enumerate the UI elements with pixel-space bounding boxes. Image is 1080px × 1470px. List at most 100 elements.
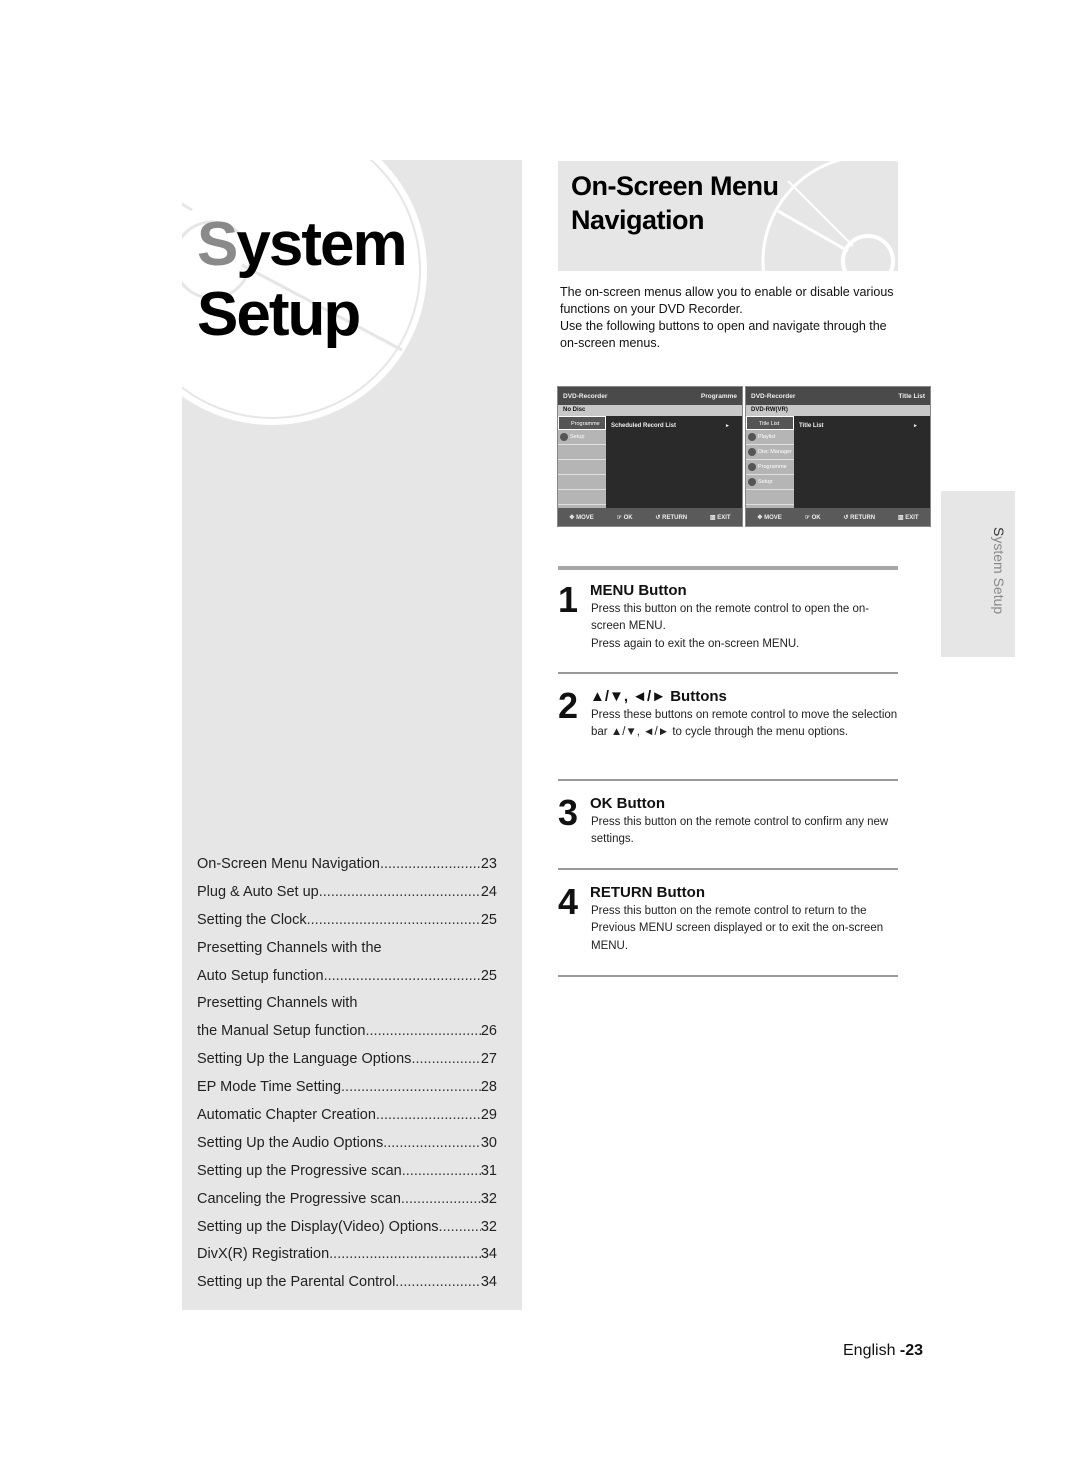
step-number: 1 [558,579,578,620]
osd-menu-item[interactable] [746,490,794,505]
toc-entry[interactable]: EP Mode Time Setting 28 [197,1073,497,1101]
side-tab: System Setup [941,491,1015,657]
arrow-right-icon: ► [913,423,918,429]
osd-header-right: Programme [700,393,737,400]
osd-menu-label: Disc Manager [758,449,792,455]
toc-label: Setting up the Parental Control [197,1274,396,1291]
page-title-line2: Navigation [571,205,705,235]
step-description: Press this button on the remote control … [591,814,901,849]
arrow-right-icon: ► [725,423,730,429]
osd-menu-item[interactable]: Title List [746,416,794,430]
menu-item-icon [560,433,568,441]
toc-entry[interactable]: Setting up the Display(Video) Options 32 [197,1213,497,1241]
menu-item-icon [748,463,756,471]
osd-menu-label: Title List [759,421,780,427]
osd-main-item[interactable]: Title List [799,423,824,429]
osd-menu-item[interactable] [558,490,606,505]
toc-label: Setting up the Display(Video) Options [197,1218,439,1235]
intro-paragraph: The on-screen menus allow you to enable … [560,285,894,316]
disc-label: DVD-RW(VR) [751,407,788,413]
toc-entry[interactable]: Automatic Chapter Creation 29 [197,1101,497,1129]
toc-entry[interactable]: Setting up the Progressive scan 31 [197,1157,497,1185]
osd-menu-item[interactable] [558,445,606,460]
osd-footer-label: EXIT [717,514,731,521]
step-title: ▲/▼, ◄/► Buttons [590,688,727,705]
toc-entry[interactable]: Setting Up the Audio Options 30 [197,1129,497,1157]
toc-entry[interactable]: Plug & Auto Set up 24 [197,878,497,906]
ok-icon: ☞ [804,514,812,521]
divider [558,566,898,570]
toc-entry[interactable]: the Manual Setup function 26 [197,1017,497,1045]
toc-entry[interactable]: Presetting Channels with the [197,934,497,962]
step-number: 3 [558,792,578,833]
toc-leader-dots [402,1163,481,1179]
toc-leader-dots [395,1274,481,1290]
toc-entry[interactable]: Setting Up the Language Options 27 [197,1045,497,1073]
osd-main-area: Scheduled Record List ► [606,416,742,508]
osd-menu-item[interactable]: Programme [746,460,794,475]
ok-icon: ☞ [616,514,624,521]
intro-text: The on-screen menus allow you to enable … [560,284,905,352]
osd-footer: ✥ MOVE ☞ OK ↺ RETURN ▥ EXIT [746,508,930,526]
toc-label: Setting Up the Language Options [197,1051,412,1068]
divider [558,975,898,977]
toc-leader-dots [383,1135,481,1151]
osd-disc-status: No Disc [558,405,742,416]
step-title: RETURN Button [590,884,705,901]
osd-header-right: Title List [898,393,925,400]
osd-menu-item[interactable]: Playlist [746,430,794,445]
toc-entry[interactable]: Presetting Channels with [197,989,497,1017]
step-description: Press this button on the remote control … [591,601,901,653]
osd-footer-item: ▥ EXIT [898,514,919,521]
osd-menu-item[interactable]: Setup [746,475,794,490]
step-desc-text: Press these buttons on remote control to… [591,709,898,739]
osd-menu-label: Programme [758,464,787,470]
toc-entry[interactable]: Canceling the Progressive scan 32 [197,1185,497,1213]
toc-label: the Manual Setup function [197,1023,366,1040]
side-tab-label: System Setup [991,527,1007,614]
toc-label: Presetting Channels with [197,995,358,1012]
toc-leader-dots [439,1219,481,1235]
osd-footer-label: OK [811,514,821,521]
toc-page-number: 28 [480,1079,497,1096]
toc-label: Plug & Auto Set up [197,883,319,900]
page-footer: English -23 [843,1342,923,1360]
toc-label: Setting Up the Audio Options [197,1134,384,1151]
osd-footer-label: RETURN [850,514,876,521]
toc-label: Canceling the Progressive scan [197,1190,401,1207]
osd-screen: DVD-Recorder Programme No Disc Programme Set… [557,386,743,527]
toc-page-number: 34 [480,1246,497,1263]
footer-language: English [843,1342,900,1359]
osd-menu-item[interactable]: Setup [558,430,606,445]
osd-header: DVD-Recorder Programme [558,387,742,405]
toc-label: DivX(R) Registration [197,1246,330,1263]
toc-leader-dots [307,912,481,928]
toc-page-number: 29 [480,1106,497,1123]
step-item: 2 ▲/▼, ◄/► Buttons Press these buttons on … [558,688,903,768]
osd-footer-label: EXIT [905,514,919,521]
osd-main-item[interactable]: Scheduled Record List [611,423,676,429]
toc-leader-dots [380,856,481,872]
osd-menu-item[interactable]: Disc Manager [746,445,794,460]
osd-menu-item[interactable] [558,475,606,490]
osd-main-area: Title List ► [794,416,930,508]
step-description: Press these buttons on remote control to… [591,707,901,742]
menu-item-icon [748,433,756,441]
toc-label: Auto Setup function [197,967,324,984]
toc-entry[interactable]: Setting up the Parental Control 34 [197,1268,497,1296]
osd-sidebar: Programme Setup [558,416,606,508]
osd-sidebar: Title List Playlist Disc Manager Programme S… [746,416,794,508]
table-of-contents: On-Screen Menu Navigation 23 Plug & Auto S… [197,850,497,1296]
intro-paragraph: Use the following buttons to open and na… [560,319,887,350]
toc-page-number: 23 [480,855,497,872]
toc-entry[interactable]: On-Screen Menu Navigation 23 [197,850,497,878]
toc-entry[interactable]: Auto Setup function 25 [197,962,497,990]
osd-menu-item[interactable]: Programme [558,416,606,430]
toc-entry[interactable]: DivX(R) Registration 34 [197,1240,497,1268]
section-title: System Setup [197,210,408,350]
toc-entry[interactable]: Setting the Clock 25 [197,906,497,934]
toc-page-number: 32 [480,1190,497,1207]
osd-menu-item[interactable] [558,460,606,475]
title-rest: ystem [236,210,407,279]
title-initial: S [197,210,238,279]
